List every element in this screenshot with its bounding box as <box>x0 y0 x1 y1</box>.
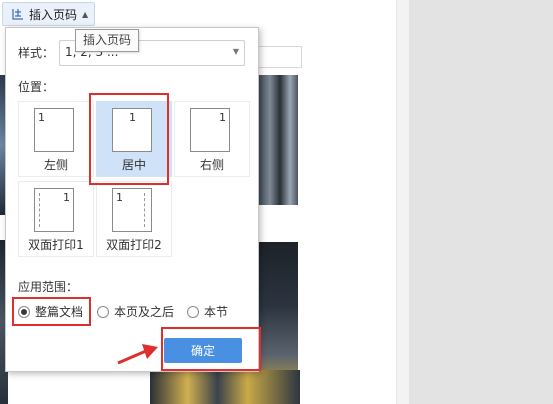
position-label: 位置： <box>18 80 55 94</box>
page-preview: 1 <box>34 188 74 232</box>
page-preview: 1 <box>34 108 74 152</box>
caret-down-icon[interactable]: ▲ <box>82 10 88 19</box>
radio-button[interactable] <box>97 305 109 318</box>
page-edge <box>396 0 409 404</box>
style-label: 样式： <box>18 46 55 60</box>
insert-page-number-button[interactable]: 插入页码 ▲ <box>2 2 96 26</box>
page-preview: 1 <box>112 188 152 232</box>
radio-button[interactable] <box>18 305 30 318</box>
position-duplex-2[interactable]: 1 双面打印2 <box>96 181 172 257</box>
document-field <box>258 46 302 68</box>
document-image <box>258 75 298 205</box>
gutter-line <box>144 193 145 227</box>
confirm-button[interactable]: 确定 <box>164 338 242 363</box>
radio-button[interactable] <box>187 305 199 318</box>
workspace-background <box>408 0 553 404</box>
scope-label: 应用范围： <box>18 280 79 294</box>
insert-page-number-label: 插入页码 <box>29 7 78 22</box>
chevron-down-icon[interactable]: ▼ <box>233 47 239 56</box>
scope-option-label: 本页及之后 <box>114 305 175 319</box>
position-duplex-2-label: 双面打印2 <box>106 238 162 252</box>
tooltip: 插入页码 <box>75 29 140 52</box>
position-center[interactable]: 1 居中 <box>96 101 172 177</box>
insert-page-number-panel: 样式： 1, 2, 3 ... ▼ 位置： 1 左侧 1 居中 1 右侧 1 双… <box>5 27 259 372</box>
gutter-line <box>39 193 40 227</box>
page-number-marker: 1 <box>219 111 226 124</box>
position-right-label: 右侧 <box>199 158 224 172</box>
position-duplex-1-label: 双面打印1 <box>28 238 84 252</box>
arrow-annotation-icon <box>117 344 158 365</box>
position-center-label: 居中 <box>121 158 146 172</box>
position-right[interactable]: 1 右侧 <box>174 101 250 177</box>
page-number-icon <box>11 7 25 21</box>
page-number-marker: 1 <box>129 111 136 124</box>
position-duplex-1[interactable]: 1 双面打印1 <box>18 181 94 257</box>
scope-option-label: 整篇文档 <box>35 305 84 319</box>
scope-this-page-onward[interactable]: 本页及之后 <box>97 303 174 320</box>
scope-whole-document[interactable]: 整篇文档 <box>18 303 83 320</box>
page-preview: 1 <box>190 108 230 152</box>
scope-this-section[interactable]: 本节 <box>187 303 228 320</box>
page-number-marker: 1 <box>38 111 45 124</box>
position-left-label: 左侧 <box>43 158 68 172</box>
page-number-marker: 1 <box>63 191 70 204</box>
document-image-bottom <box>150 370 300 404</box>
scope-option-label: 本节 <box>204 305 229 319</box>
page-preview: 1 <box>112 108 152 152</box>
page-number-marker: 1 <box>116 191 123 204</box>
position-left[interactable]: 1 左侧 <box>18 101 94 177</box>
